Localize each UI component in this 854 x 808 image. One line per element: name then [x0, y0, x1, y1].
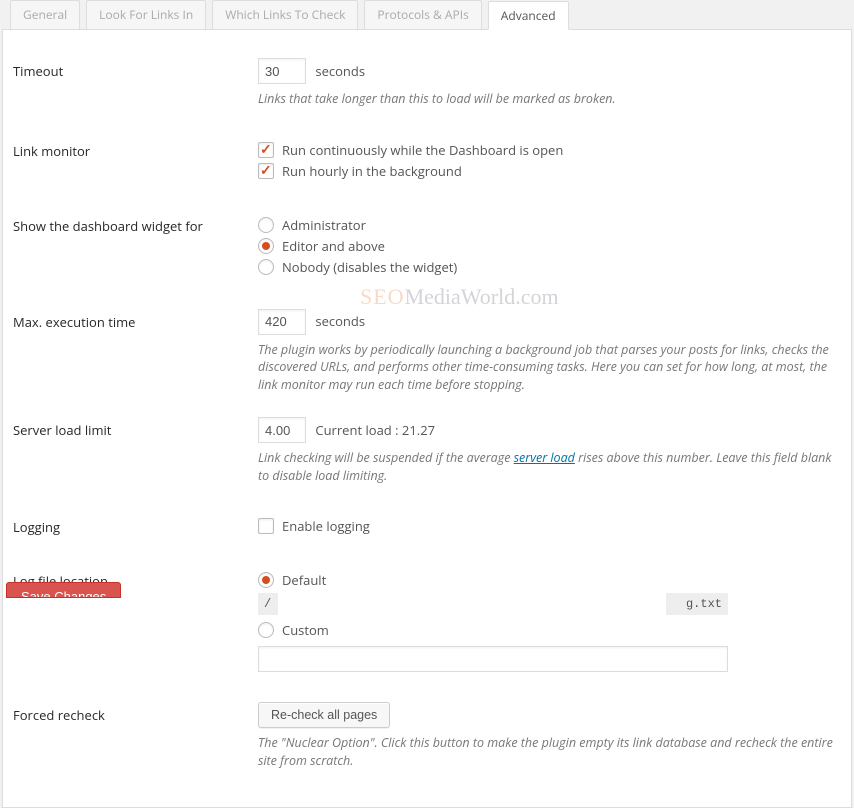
- logfile-custom-input[interactable]: [258, 646, 728, 672]
- server-load-link[interactable]: server load: [514, 449, 575, 466]
- radio-logfile-default-text: Default: [282, 571, 326, 589]
- forced-recheck-label: Forced recheck: [13, 702, 258, 724]
- recheck-all-button[interactable]: Re-check all pages: [258, 702, 390, 728]
- radio-administrator-text: Administrator: [282, 216, 366, 234]
- timeout-input[interactable]: [258, 58, 306, 84]
- save-changes-button[interactable]: Save Changes: [6, 582, 121, 598]
- max-exec-desc: The plugin works by periodically launchi…: [258, 341, 843, 394]
- check-run-hourly-text: Run hourly in the background: [282, 162, 462, 180]
- timeout-desc: Links that take longer than this to load…: [258, 90, 843, 108]
- forced-recheck-desc: The "Nuclear Option". Click this button …: [258, 734, 843, 769]
- tab-advanced[interactable]: Advanced: [488, 1, 569, 30]
- logging-label: Logging: [13, 514, 258, 536]
- tabs-nav: General Look For Links In Which Links To…: [0, 0, 854, 29]
- radio-logfile-default[interactable]: [258, 572, 274, 588]
- radio-administrator[interactable]: [258, 217, 274, 233]
- check-run-hourly[interactable]: [258, 163, 274, 179]
- max-exec-label: Max. execution time: [13, 309, 258, 331]
- tab-look-for-links[interactable]: Look For Links In: [86, 0, 206, 29]
- link-monitor-label: Link monitor: [13, 138, 258, 160]
- radio-editor-text: Editor and above: [282, 237, 385, 255]
- timeout-unit: seconds: [315, 62, 365, 80]
- tab-general[interactable]: General: [10, 0, 80, 29]
- tab-protocols-apis[interactable]: Protocols & APIs: [364, 0, 481, 29]
- server-load-input[interactable]: [258, 417, 306, 443]
- max-exec-input[interactable]: [258, 309, 306, 335]
- advanced-panel: Timeout seconds Links that take longer t…: [2, 29, 852, 808]
- radio-nobody-text: Nobody (disables the widget): [282, 258, 457, 276]
- dashboard-widget-label: Show the dashboard widget for: [13, 213, 258, 235]
- server-load-label: Server load limit: [13, 417, 258, 439]
- radio-editor-and-above[interactable]: [258, 238, 274, 254]
- check-enable-logging[interactable]: [258, 518, 274, 534]
- radio-nobody[interactable]: [258, 259, 274, 275]
- check-enable-logging-text: Enable logging: [282, 517, 370, 535]
- logfile-path: / g.txt: [258, 593, 728, 615]
- radio-logfile-custom[interactable]: [258, 622, 274, 638]
- server-load-desc: Link checking will be suspended if the a…: [258, 449, 843, 484]
- check-run-continuously-text: Run continuously while the Dashboard is …: [282, 141, 563, 159]
- tab-which-links[interactable]: Which Links To Check: [212, 0, 358, 29]
- max-exec-unit: seconds: [315, 312, 365, 330]
- radio-logfile-custom-text: Custom: [282, 621, 329, 639]
- current-load-text: Current load : 21.27: [315, 421, 435, 439]
- timeout-label: Timeout: [13, 58, 258, 80]
- check-run-continuously[interactable]: [258, 142, 274, 158]
